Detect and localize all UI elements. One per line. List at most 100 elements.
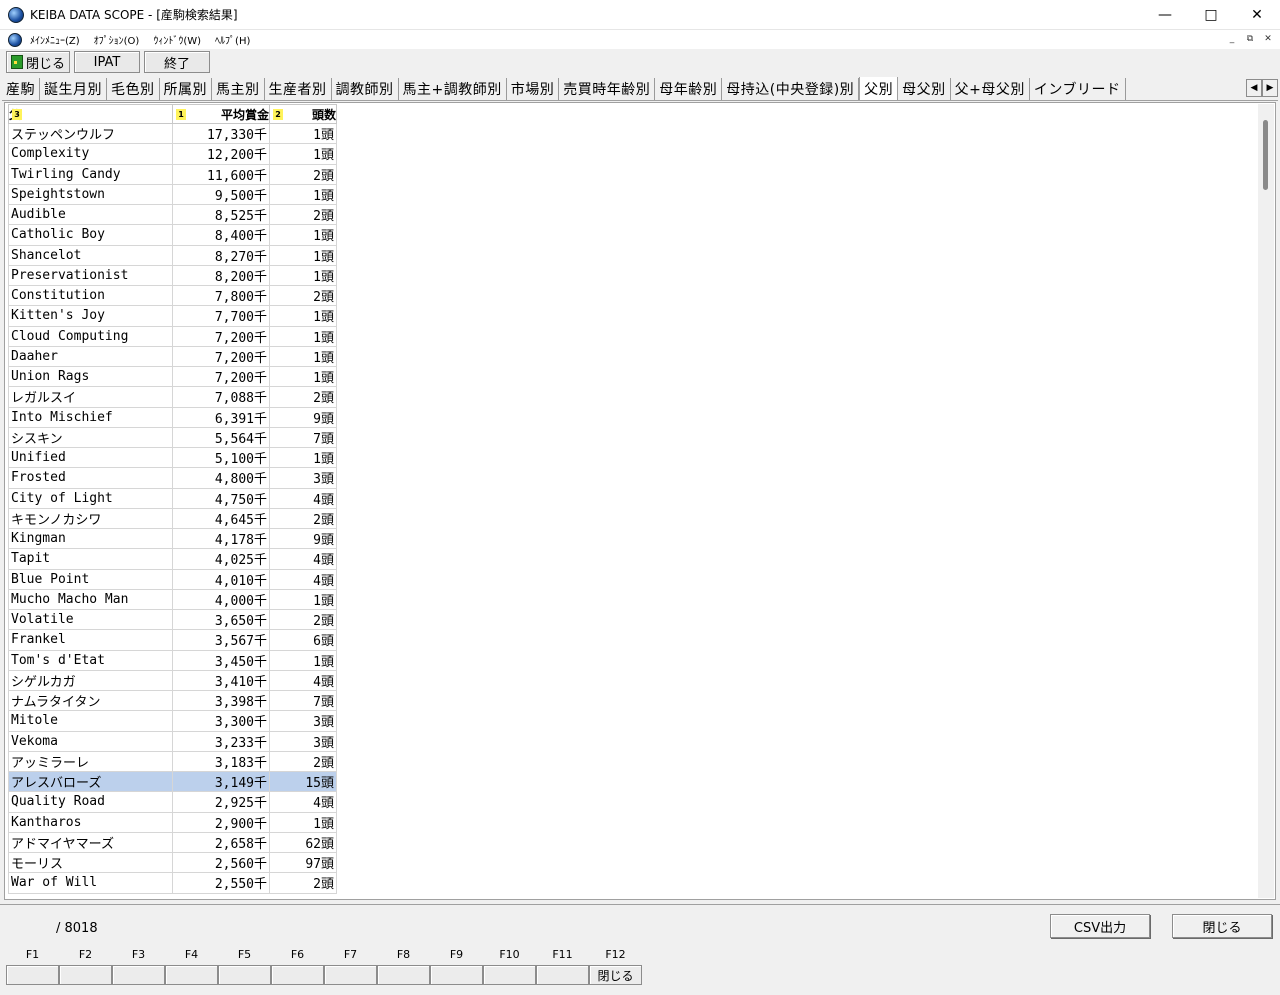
header-sire[interactable]: 3 父 bbox=[8, 104, 173, 124]
fkey-label: F6 bbox=[290, 948, 305, 961]
close-icon[interactable]: ✕ bbox=[1234, 0, 1280, 30]
mdi-minimize-icon[interactable]: _ bbox=[1224, 31, 1240, 47]
fkey-button-f10[interactable] bbox=[483, 965, 536, 985]
menu-help[interactable]: ﾍﾙﾌﾟ(H) bbox=[215, 32, 250, 47]
table-row[interactable]: シスキン 5,564千 7頭 bbox=[8, 426, 337, 449]
table-row[interactable]: Frankel 3,567千 6頭 bbox=[8, 629, 337, 651]
tab-6[interactable]: 調教師別 bbox=[332, 78, 399, 100]
table-header-row: 3 父 1 平均賞金 2 頭数 bbox=[8, 104, 337, 124]
fkey-button-f4[interactable] bbox=[165, 965, 218, 985]
mdi-close-icon[interactable]: ✕ bbox=[1260, 31, 1276, 47]
sort-order-badge: 2 bbox=[273, 109, 283, 120]
fkey-button-f2[interactable] bbox=[59, 965, 112, 985]
avg-prize-cell: 8,200千 bbox=[172, 264, 270, 287]
tab-5[interactable]: 生産者別 bbox=[265, 78, 332, 100]
tab-0[interactable]: 産駒 bbox=[2, 78, 40, 100]
table-row[interactable]: アドマイヤマーズ 2,658千 62頭 bbox=[8, 831, 337, 854]
table-row[interactable]: Quality Road 2,925千 4頭 bbox=[8, 791, 337, 813]
tab-8[interactable]: 市場別 bbox=[507, 78, 560, 100]
fkey-button-f6[interactable] bbox=[271, 965, 324, 985]
table-row[interactable]: Speightstown 9,500千 1頭 bbox=[8, 183, 337, 206]
table-row[interactable]: Union Rags 7,200千 1頭 bbox=[8, 365, 337, 388]
fkey-button-f8[interactable] bbox=[377, 965, 430, 985]
table-row[interactable]: Tom's d'Etat 3,450千 1頭 bbox=[8, 649, 337, 671]
tab-7[interactable]: 馬主+調教師別 bbox=[399, 78, 507, 100]
mdi-globe-icon[interactable] bbox=[8, 32, 22, 47]
tab-10[interactable]: 母年齢別 bbox=[655, 78, 723, 100]
avg-prize-cell: 4,010千 bbox=[172, 568, 270, 590]
tab-scroll-left-icon[interactable]: ◀ bbox=[1246, 79, 1262, 97]
tab-9[interactable]: 売買時年齢別 bbox=[559, 78, 656, 100]
table-row[interactable]: ナムラタイタン 3,398千 7頭 bbox=[8, 689, 337, 712]
close-button[interactable]: 閉じる bbox=[1172, 914, 1272, 938]
menu-main[interactable]: ﾒｲﾝﾒﾆｭｰ(Z) bbox=[30, 32, 80, 47]
tab-15[interactable]: インブリード bbox=[1030, 78, 1126, 100]
mdi-restore-icon[interactable]: ⧉ bbox=[1242, 31, 1258, 47]
sire-cell: Kitten's Joy bbox=[8, 305, 173, 327]
fkey-button-f3[interactable] bbox=[112, 965, 165, 985]
minimize-icon[interactable]: — bbox=[1142, 0, 1188, 30]
table-row[interactable]: Preservationist 8,200千 1頭 bbox=[8, 264, 337, 287]
header-avg-prize[interactable]: 1 平均賞金 bbox=[172, 104, 270, 124]
exit-button[interactable]: 終了 bbox=[144, 51, 210, 73]
table-row[interactable]: Daaher 7,200千 1頭 bbox=[8, 345, 337, 368]
table-row[interactable]: モーリス 2,560千 97頭 bbox=[8, 851, 337, 874]
table-row[interactable]: アッミラーレ 3,183千 2頭 bbox=[8, 750, 337, 773]
table-row[interactable]: Unified 5,100千 1頭 bbox=[8, 446, 337, 469]
vertical-scrollbar[interactable] bbox=[1258, 104, 1274, 898]
table-row[interactable]: Kingman 4,178千 9頭 bbox=[8, 527, 337, 550]
table-row[interactable]: Into Mischief 6,391千 9頭 bbox=[8, 406, 337, 428]
table-row[interactable]: シゲルカガ 3,410千 4頭 bbox=[8, 669, 337, 692]
menu-option[interactable]: ｵﾌﾟｼｮﾝ(O) bbox=[94, 32, 140, 47]
table-row[interactable]: Complexity 12,200千 1頭 bbox=[8, 143, 337, 165]
fkey-button-f5[interactable] bbox=[218, 965, 271, 985]
tab-scroll-right-icon[interactable]: ▶ bbox=[1262, 79, 1278, 97]
table-row[interactable]: アレスバローズ 3,149千 15頭 bbox=[8, 770, 337, 793]
fkey-button-f7[interactable] bbox=[324, 965, 377, 985]
table-row[interactable]: キモンノカシワ 4,645千 2頭 bbox=[8, 507, 337, 530]
fkey-f10: F10 bbox=[483, 946, 536, 986]
avg-prize-cell: 9,500千 bbox=[172, 183, 270, 206]
tab-3[interactable]: 所属別 bbox=[160, 78, 212, 100]
fkey-f7: F7 bbox=[324, 946, 377, 986]
table-row[interactable]: City of Light 4,750千 4頭 bbox=[8, 487, 337, 509]
table-row[interactable]: Volatile 3,650千 2頭 bbox=[8, 608, 337, 631]
table-row[interactable]: Blue Point 4,010千 4頭 bbox=[8, 568, 337, 590]
tab-13[interactable]: 母父別 bbox=[898, 78, 951, 100]
menu-window[interactable]: ｳｨﾝﾄﾞｳ(W) bbox=[153, 32, 201, 47]
table-row[interactable]: Cloud Computing 7,200千 1頭 bbox=[8, 325, 337, 347]
fkey-button-f9[interactable] bbox=[430, 965, 483, 985]
table-row[interactable]: Constitution 7,800千 2頭 bbox=[8, 284, 337, 307]
tab-11[interactable]: 母持込(中央登録)別 bbox=[722, 78, 860, 100]
fkey-button-f1[interactable] bbox=[6, 965, 59, 985]
header-count[interactable]: 2 頭数 bbox=[269, 104, 337, 124]
fkey-button-f12[interactable]: 閉じる bbox=[589, 965, 642, 985]
table-row[interactable]: Shancelot 8,270千 1頭 bbox=[8, 244, 337, 266]
table-row[interactable]: Twirling Candy 11,600千 2頭 bbox=[8, 163, 337, 185]
tab-scroll: ◀ ▶ bbox=[1246, 79, 1278, 97]
table-row[interactable]: Kitten's Joy 7,700千 1頭 bbox=[8, 305, 337, 327]
tab-1[interactable]: 誕生月別 bbox=[40, 78, 107, 100]
toolbar-close-button[interactable]: 閉じる bbox=[6, 51, 70, 73]
table-row[interactable]: レガルスイ 7,088千 2頭 bbox=[8, 386, 337, 408]
table-row[interactable]: Audible 8,525千 2頭 bbox=[8, 203, 337, 226]
tab-14[interactable]: 父+母父別 bbox=[951, 78, 1030, 100]
table-row[interactable]: Mucho Macho Man 4,000千 1頭 bbox=[8, 588, 337, 611]
table-row[interactable]: Tapit 4,025千 4頭 bbox=[8, 548, 337, 570]
ipat-button[interactable]: IPAT bbox=[74, 51, 140, 73]
scrollbar-thumb[interactable] bbox=[1263, 120, 1268, 190]
table-row[interactable]: War of Will 2,550千 2頭 bbox=[8, 872, 337, 894]
avg-prize-cell: 7,200千 bbox=[172, 325, 270, 347]
table-row[interactable]: Catholic Boy 8,400千 1頭 bbox=[8, 224, 337, 246]
fkey-button-f11[interactable] bbox=[536, 965, 589, 985]
tab-2[interactable]: 毛色別 bbox=[107, 78, 160, 100]
table-row[interactable]: Vekoma 3,233千 3頭 bbox=[8, 730, 337, 752]
table-row[interactable]: Mitole 3,300千 3頭 bbox=[8, 710, 337, 732]
tab-12[interactable]: 父別 bbox=[859, 77, 899, 100]
maximize-icon[interactable]: □ bbox=[1188, 0, 1234, 30]
table-row[interactable]: Kantharos 2,900千 1頭 bbox=[8, 811, 337, 833]
tab-4[interactable]: 馬主別 bbox=[212, 78, 265, 100]
table-row[interactable]: Frosted 4,800千 3頭 bbox=[8, 467, 337, 489]
csv-export-button[interactable]: CSV出力 bbox=[1050, 914, 1150, 938]
table-row[interactable]: ステッペンウルフ 17,330千 1頭 bbox=[8, 122, 337, 145]
